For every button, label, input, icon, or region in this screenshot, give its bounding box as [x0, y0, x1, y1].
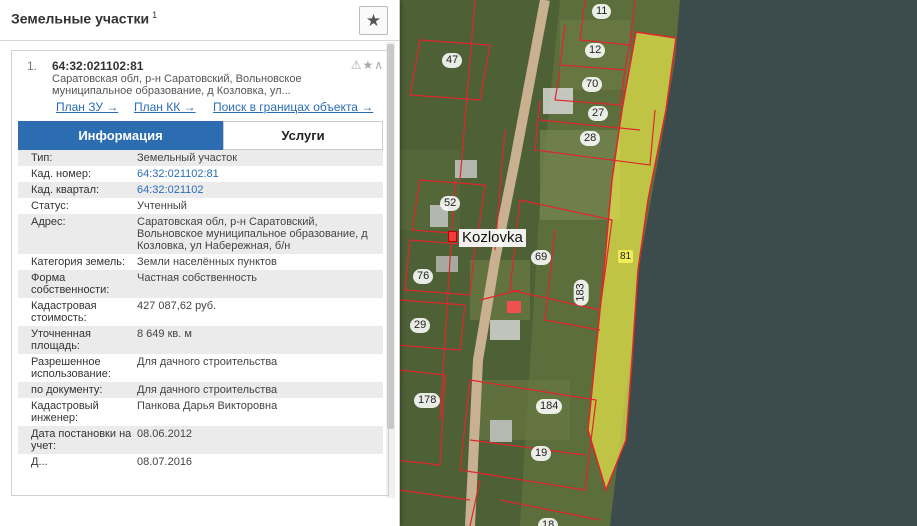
- info-value: Панкова Дарья Викторовна: [137, 400, 278, 412]
- tab-info[interactable]: Информация: [18, 121, 223, 150]
- info-value: Учтенный: [137, 200, 187, 212]
- parcel-label-47: 47: [442, 53, 463, 68]
- panel-title-text: Земельные участки: [11, 10, 150, 27]
- village-label: Kozlovka: [459, 229, 526, 247]
- info-row: Категория земель: Земли населённых пункто…: [18, 254, 383, 270]
- info-value: Земли населённых пунктов: [137, 256, 277, 268]
- parcel-label-27: 27: [588, 106, 609, 121]
- plan-zu-link[interactable]: План ЗУ →: [56, 100, 118, 114]
- result-address: Саратовская обл, р-н Саратовский, Вольно…: [52, 73, 302, 97]
- info-row: Кад. номер: 64:32:021102:81: [18, 166, 383, 182]
- parcel-label-11: 11: [592, 4, 612, 19]
- land-plots-panel: Земельные участки 1 ★ 1. 64:32:021102:81 …: [0, 0, 400, 526]
- parcel-label-183: 183: [573, 279, 589, 306]
- plan-kk-link[interactable]: План КК →: [134, 100, 196, 114]
- info-row: Разрешенное использование: Для дачного ст…: [18, 354, 383, 382]
- info-row: Дата постановки на учет: 08.06.2012: [18, 426, 383, 454]
- info-key: Кад. квартал:: [31, 184, 100, 196]
- info-key: Кадастровая стоимость:: [31, 300, 97, 324]
- parcel-label-52: 52: [440, 196, 461, 211]
- info-key: Категория земель:: [31, 256, 126, 268]
- info-row: Кадастровый инженер: Панкова Дарья Виктор…: [18, 398, 383, 426]
- info-key: Д...: [31, 456, 48, 468]
- favorite-button[interactable]: ★: [359, 6, 388, 35]
- info-value: Саратовская обл, р-н Саратовский, Вольно…: [137, 216, 368, 252]
- parcel-label-70: 70: [582, 77, 603, 92]
- parcel-label-178: 178: [414, 393, 441, 408]
- parcel-label-81: 81: [618, 250, 634, 263]
- info-key: Тип:: [31, 152, 53, 164]
- parcel-label-29: 29: [410, 318, 431, 333]
- info-row: Кадастровая стоимость: 427 087,62 руб.: [18, 298, 383, 326]
- info-key: Кадастровый инженер:: [31, 400, 99, 424]
- info-row: Форма собственности: Частная собственност…: [18, 270, 383, 298]
- panel-title: Земельные участки 1: [11, 10, 157, 27]
- result-status-icons[interactable]: ⚠★∧: [351, 58, 384, 72]
- info-key: Дата постановки на учет:: [31, 428, 132, 452]
- tab-services[interactable]: Услуги: [223, 121, 383, 150]
- info-row: Д... 08.07.2016: [18, 454, 383, 470]
- info-row: Уточненная площадь: 8 649 кв. м: [18, 326, 383, 354]
- info-key: по документу:: [31, 384, 103, 396]
- info-value: Частная собственность: [137, 272, 258, 284]
- info-row: Статус: Учтенный: [18, 198, 383, 214]
- parcel-label-69: 69: [531, 250, 552, 265]
- parcel-label-76: 76: [413, 269, 434, 284]
- info-value: Для дачного строительства: [137, 384, 278, 396]
- village-marker-icon[interactable]: [448, 231, 457, 242]
- parcel-label-28: 28: [580, 131, 601, 146]
- info-row: по документу: Для дачного строительства: [18, 382, 383, 398]
- info-table: Тип: Земельный участок Кад. номер: 64:32:02…: [18, 150, 383, 470]
- result-cad-number[interactable]: 64:32:021102:81: [52, 59, 143, 73]
- parcel-label-18: 18: [538, 518, 559, 526]
- panel-header: Земельные участки 1 ★: [0, 0, 399, 41]
- result-number: 1.: [27, 59, 38, 73]
- info-value: 427 087,62 руб.: [137, 300, 217, 312]
- info-row: Кад. квартал: 64:32:021102: [18, 182, 383, 198]
- info-value: 08.07.2016: [137, 456, 193, 468]
- info-key: Статус:: [31, 200, 69, 212]
- info-value: 08.06.2012: [137, 428, 193, 440]
- info-row: Тип: Земельный участок: [18, 150, 383, 166]
- info-key: Уточненная площадь:: [31, 328, 91, 352]
- star-icon: ★: [365, 10, 382, 30]
- info-value: Для дачного строительства: [137, 356, 278, 368]
- info-row: Адрес: Саратовская обл, р-н Саратовский, …: [18, 214, 383, 254]
- panel-title-count: 1: [152, 10, 158, 20]
- parcel-label-19: 19: [531, 446, 552, 461]
- info-value[interactable]: 64:32:021102:81: [137, 168, 383, 180]
- parcel-label-184: 184: [536, 399, 563, 414]
- search-in-bounds-link[interactable]: Поиск в границах объекта →: [213, 100, 373, 114]
- info-key: Разрешенное использование:: [31, 356, 111, 380]
- info-value: 8 649 кв. м: [137, 328, 192, 340]
- result-card: 1. 64:32:021102:81 Саратовская обл, р-н …: [11, 50, 389, 496]
- info-key: Адрес:: [31, 216, 66, 228]
- info-value: Земельный участок: [137, 152, 238, 164]
- info-key: Форма собственности:: [31, 272, 110, 296]
- info-key: Кад. номер:: [31, 168, 92, 180]
- parcel-label-12: 12: [585, 43, 606, 58]
- info-value[interactable]: 64:32:021102: [137, 184, 383, 196]
